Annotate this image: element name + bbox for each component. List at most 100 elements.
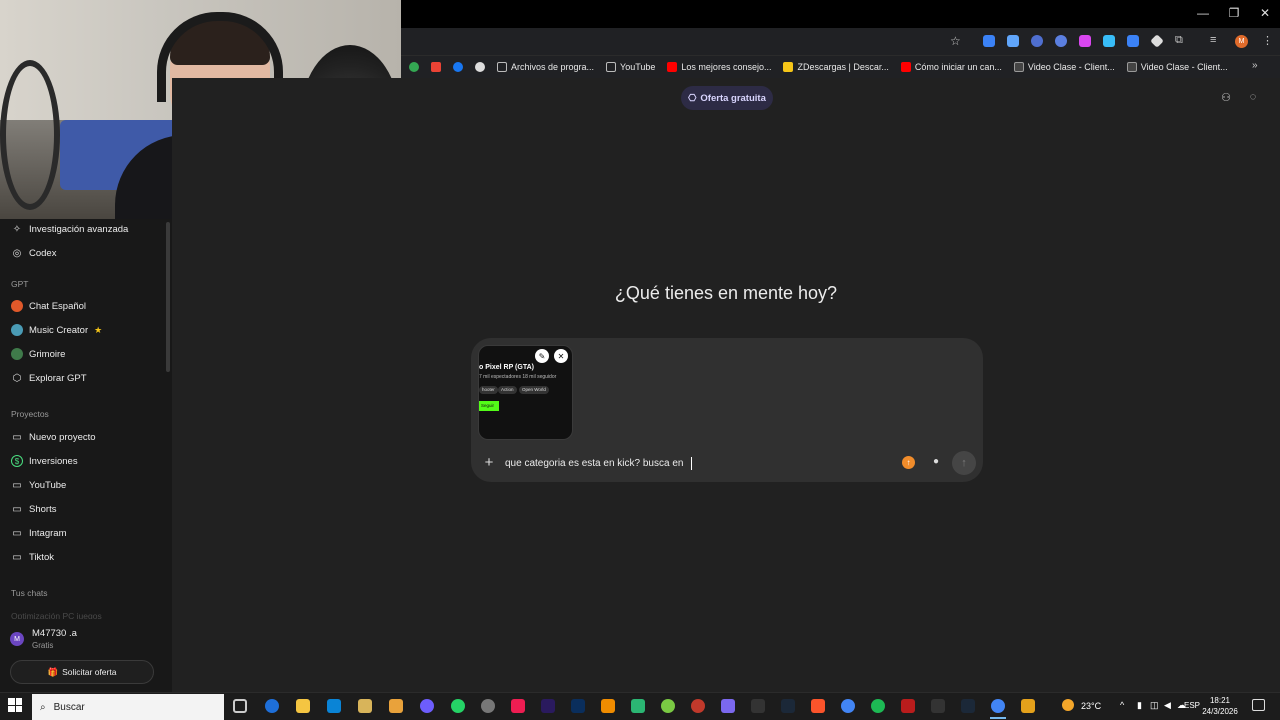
chevron-up-icon[interactable]: ^ [1120,700,1124,710]
bookmark-2[interactable]: Los mejores consejo... [667,62,771,72]
sidebar-scrollbar[interactable] [166,222,170,372]
sidebar-item-label: Grimoire [29,348,66,360]
free-offer-button[interactable]: ⎔ Oferta gratuita [681,86,773,110]
sidebar-item-chat-espanol[interactable]: Chat Español [0,295,165,317]
dollar-icon: $ [11,455,23,467]
language-indicator[interactable]: ESP [1184,701,1200,710]
bookmark-6[interactable]: Video Clase - Client... [1126,62,1228,72]
taskbar-search-input[interactable]: ⌕ Buscar [32,694,224,720]
folder-app-icon[interactable] [389,699,403,713]
sidebar-item-grimoire[interactable]: Grimoire [0,343,165,365]
extension-upload-icon[interactable]: ↑ [902,456,915,469]
extension-green-icon[interactable] [409,62,419,72]
extension-4-icon[interactable] [1055,35,1067,47]
extension-7-icon[interactable] [1127,35,1139,47]
microphone-tray-icon[interactable]: ▮ [1137,700,1142,711]
app-green-icon[interactable] [631,699,645,713]
epic-games-icon[interactable] [751,699,765,713]
remove-attachment-icon[interactable]: ✕ [554,349,568,363]
chrome-icon[interactable] [841,699,855,713]
edge-icon[interactable] [265,699,279,713]
sidebar-item-music-creator[interactable]: Music Creator ★ [0,319,165,341]
edit-attachment-icon[interactable]: ✎ [535,349,549,363]
epic-launcher-icon[interactable] [931,699,945,713]
codex-icon: ◎ [12,247,22,259]
text-caret [691,457,692,470]
profile-avatar-icon[interactable]: M [1235,35,1248,48]
weather-sun-icon[interactable] [1062,699,1074,711]
gmail-icon[interactable] [431,62,441,72]
user-profile[interactable]: M M47730 .a Gratis [10,628,160,654]
close-window-button[interactable]: ✕ [1250,6,1280,20]
facebook-icon[interactable] [453,62,463,72]
sidebar-item-youtube[interactable]: ▭ YouTube [0,474,165,496]
photoshop-icon[interactable] [571,699,585,713]
bookmark-3[interactable]: ZDescargas | Descar... [783,62,889,72]
store-icon[interactable] [327,699,341,713]
volume-icon[interactable]: ◀ [1164,700,1171,711]
restore-button[interactable]: ❐ [1219,6,1249,20]
vlc-icon[interactable] [601,699,615,713]
premiere-icon[interactable] [541,699,555,713]
temporary-chat-icon[interactable]: ◌ [1246,91,1260,105]
extension-2-icon[interactable] [1007,35,1019,47]
bookmark-4[interactable]: Cómo iniciar un can... [900,62,1002,72]
solicitar-oferta-button[interactable]: 🎁 Solicitar oferta [10,660,154,684]
whatsapp-icon[interactable] [451,699,465,713]
windows-start-icon[interactable] [8,698,22,712]
extension-1-icon[interactable] [983,35,995,47]
bookmark-round-icon[interactable] [475,62,485,72]
sidebar-item-label: Chat Español [29,300,87,312]
bookmark-5[interactable]: Video Clase - Client... [1013,62,1115,72]
extension-3-icon[interactable] [1031,35,1043,47]
notifications-icon[interactable] [1252,699,1265,711]
file-explorer-icon[interactable] [296,699,310,713]
steam-app-icon[interactable] [961,699,975,713]
app-red-icon[interactable] [691,699,705,713]
extension-5-icon[interactable] [1079,35,1091,47]
sidebar-item-codex[interactable]: ◎ Codex [0,242,165,264]
faded-chat-item[interactable]: Optimización PC juegos [11,611,102,619]
extension-6-icon[interactable] [1103,35,1115,47]
sidebar-item-tiktok[interactable]: ▭ Tiktok [0,546,165,568]
gamepad-icon[interactable] [721,699,735,713]
app-icon[interactable] [358,699,372,713]
discord-icon[interactable] [420,699,434,713]
bookmark-1[interactable]: YouTube [606,62,655,72]
recording-app-icon[interactable] [901,699,915,713]
brave-icon[interactable] [811,699,825,713]
add-user-icon[interactable]: ⚇ [1219,91,1233,105]
sidebar-item-explorar-gpt[interactable]: ⬡ Explorar GPT [0,367,165,389]
media-controls-icon[interactable]: ≡ [1210,34,1216,46]
chrome-active-icon[interactable] [991,699,1005,713]
chatgpt-app-icon[interactable] [481,699,495,713]
bookmark-0[interactable]: Archivos de progra... [497,62,594,72]
taskbar-clock[interactable]: 18:21 24/3/2026 [1200,695,1240,717]
steam-icon[interactable] [781,699,795,713]
gift-icon: 🎁 [47,666,59,677]
minimize-button[interactable]: — [1188,6,1218,20]
send-button[interactable]: ↑ [952,451,976,475]
tiktok-icon[interactable] [511,699,525,713]
sidebar-item-investigacion[interactable]: ✧ Investigación avanzada [0,218,165,240]
music-creator-icon [11,324,23,336]
star-bookmark-icon[interactable]: ☆ [950,34,961,48]
more-bookmarks-icon[interactable]: » [1252,60,1258,71]
sidebar-item-intagram[interactable]: ▭ Intagram [0,522,165,544]
add-attachment-icon[interactable]: + [482,455,496,471]
spotify-icon[interactable] [871,699,885,713]
task-view-icon[interactable] [233,699,247,713]
sidebar-item-shorts[interactable]: ▭ Shorts [0,498,165,520]
youtube-icon [667,62,678,72]
app-yellow-icon[interactable] [1021,699,1035,713]
network-icon[interactable]: ◫ [1150,700,1159,711]
puzzle-extensions-icon[interactable]: ⧉ [1175,34,1183,47]
app-lime-icon[interactable] [661,699,675,713]
kebab-menu-icon[interactable]: ⋮ [1262,34,1273,47]
weather-temp[interactable]: 23°C [1081,701,1101,711]
sidebar-item-nuevo-proyecto[interactable]: ▭ Nuevo proyecto [0,426,165,448]
prompt-input[interactable]: que categoria es esta en kick? busca en [505,458,683,469]
sidebar-item-inversiones[interactable]: $ Inversiones [0,450,165,472]
microphone-icon[interactable]: ● [929,456,943,470]
search-icon: ⌕ [40,701,46,713]
